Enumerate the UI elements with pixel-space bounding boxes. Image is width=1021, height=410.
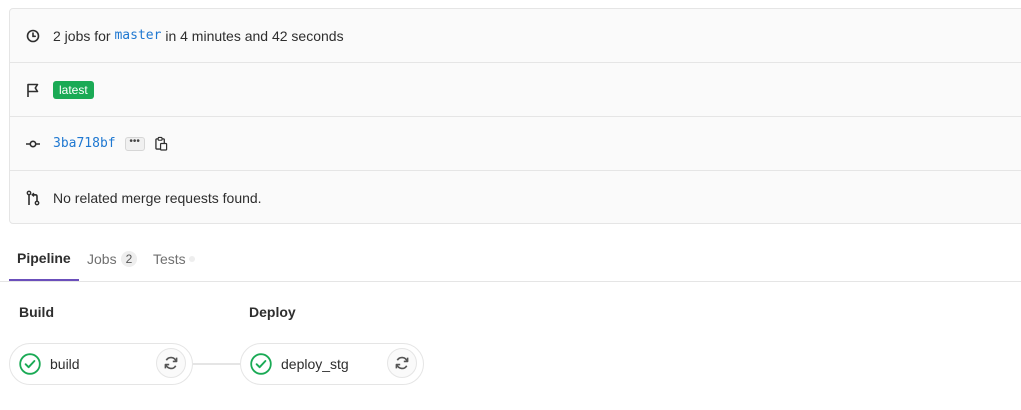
retry-deploy-stg-button[interactable] — [387, 348, 417, 378]
commit-description-toggle[interactable]: ••• — [124, 136, 145, 151]
job-name-build: build — [50, 356, 80, 372]
merge-request-icon — [25, 190, 41, 206]
merge-requests-text: No related merge requests found. — [53, 190, 262, 206]
job-deploy-stg[interactable]: deploy_stg — [240, 343, 424, 385]
merge-request-row: No related merge requests found. — [10, 171, 1021, 225]
job-build[interactable]: build — [9, 343, 193, 385]
commit-row: 3ba718bf ••• — [10, 117, 1021, 171]
duration-row: 2 jobs for master in 4 minutes and 42 se… — [10, 9, 1021, 63]
retry-build-button[interactable] — [156, 348, 186, 378]
tab-pipeline[interactable]: Pipeline — [9, 236, 79, 281]
clock-icon — [25, 28, 41, 44]
tab-jobs-label: Jobs — [87, 250, 117, 267]
retry-icon — [164, 356, 178, 370]
jobs-count-badge: 2 — [120, 250, 138, 267]
stage-title-deploy: Deploy — [249, 304, 296, 320]
branch-link[interactable]: master — [114, 28, 161, 43]
job-name-deploy-stg: deploy_stg — [281, 356, 349, 372]
jobs-count-text: 2 jobs for — [53, 27, 111, 44]
commit-sha-link[interactable]: 3ba718bf — [53, 136, 116, 151]
clipboard-icon[interactable] — [155, 136, 169, 152]
tag-row: latest — [10, 63, 1021, 117]
tab-tests-label: Tests — [153, 250, 186, 267]
tab-tests[interactable]: Tests — [153, 236, 195, 281]
latest-badge: latest — [53, 80, 94, 99]
stage-title-build: Build — [19, 304, 54, 320]
commit-icon — [25, 136, 41, 152]
pipeline-info-box: 2 jobs for master in 4 minutes and 42 se… — [9, 8, 1021, 224]
tab-pipeline-label: Pipeline — [17, 249, 71, 266]
check-circle-icon — [19, 353, 41, 375]
pipeline-tabs: Pipeline Jobs 2 Tests — [0, 236, 1021, 282]
stage-connector — [193, 363, 240, 365]
duration-text: in 4 minutes and 42 seconds — [165, 27, 344, 44]
tests-count-badge — [188, 255, 195, 262]
retry-icon — [395, 356, 409, 370]
check-circle-icon — [250, 353, 272, 375]
tab-jobs[interactable]: Jobs 2 — [87, 236, 138, 281]
flag-icon — [25, 82, 41, 98]
